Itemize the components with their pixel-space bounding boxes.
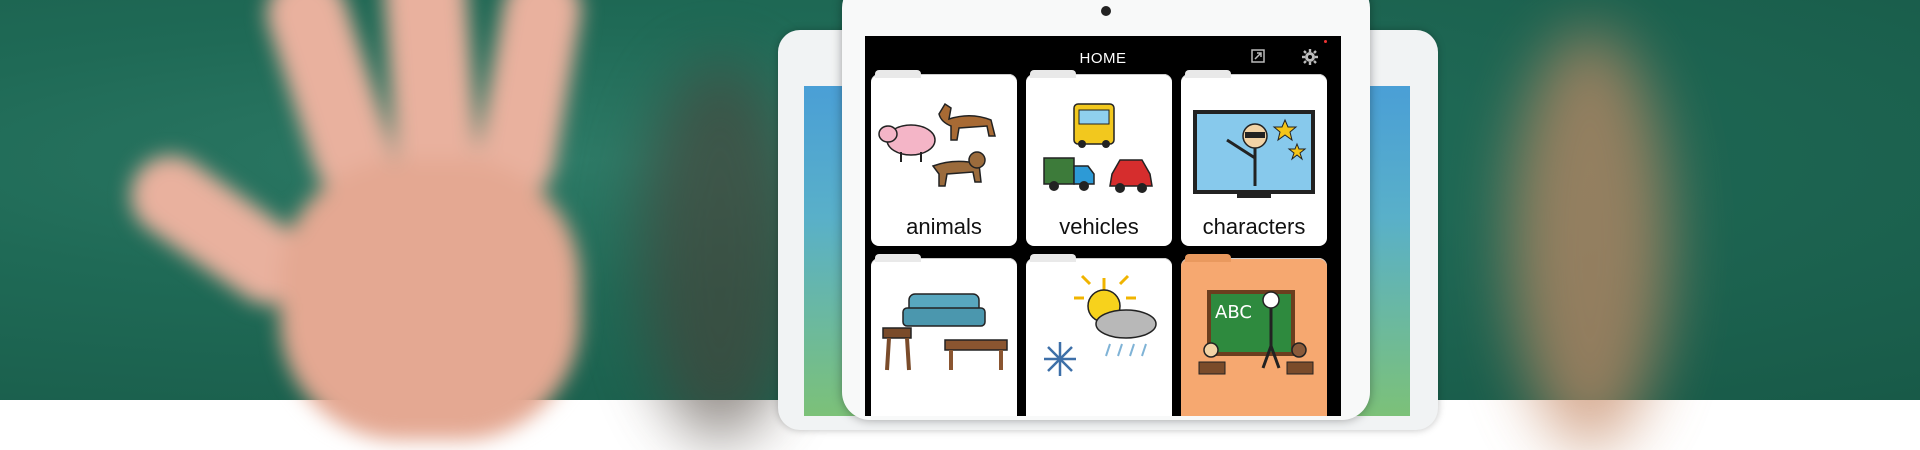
svg-text:ABC: ABC <box>1215 302 1252 323</box>
app-screen: HOME animals vehicles characters ABC <box>865 36 1341 416</box>
tile-characters[interactable]: characters <box>1181 70 1327 246</box>
camera <box>1101 6 1111 16</box>
tile-animals[interactable]: animals <box>871 70 1017 246</box>
animals-picture <box>878 102 996 187</box>
blurred-arm <box>1510 30 1670 450</box>
tile-label: characters <box>1202 214 1306 239</box>
tile-furniture[interactable] <box>871 254 1017 416</box>
furniture-picture <box>882 293 1008 371</box>
characters-picture <box>1193 110 1315 198</box>
resize-icon[interactable] <box>1249 48 1267 66</box>
weather-picture <box>1044 274 1157 376</box>
tile-label: vehicles <box>1059 214 1139 239</box>
notification-dot <box>1324 40 1327 43</box>
tile-school[interactable]: ABC <box>1181 254 1327 416</box>
gear-icon[interactable] <box>1301 48 1319 66</box>
tile-label: animals <box>906 214 982 239</box>
page-title: HOME <box>1079 50 1127 67</box>
tile-weather[interactable] <box>1026 254 1172 416</box>
school-picture: ABC <box>1198 290 1314 375</box>
blurred-hand <box>115 0 680 440</box>
vehicles-picture <box>1043 103 1153 193</box>
top-bar: HOME <box>865 36 1341 72</box>
tile-vehicles[interactable]: vehicles <box>1026 70 1172 246</box>
